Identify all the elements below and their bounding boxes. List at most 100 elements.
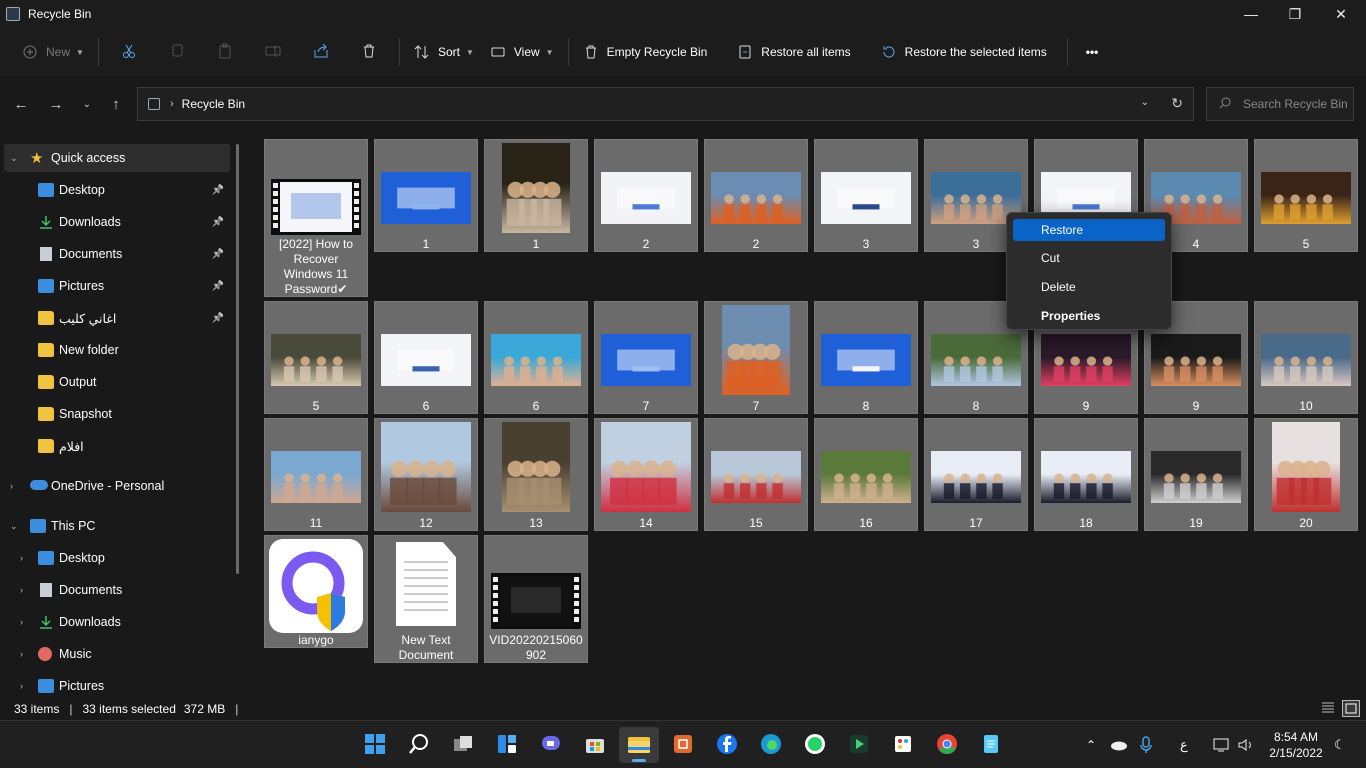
volume-icon[interactable] [1237,721,1255,768]
menu-item-restore[interactable]: Restore [1013,219,1165,241]
chevron-right-icon[interactable]: › [20,649,23,659]
file-tile[interactable]: 5 [264,301,368,414]
chevron-down-icon[interactable]: ⌄ [10,521,18,532]
sidebar-item-documents[interactable]: Documents 📌 [4,240,230,268]
menu-item-cut[interactable]: Cut [1013,247,1165,269]
file-tile[interactable]: 15 [704,418,808,531]
sidebar-item-pictures[interactable]: Pictures 📌 [4,272,230,300]
address-bar[interactable]: › Recycle Bin ⌄ ↻ [137,87,1194,121]
delete-button[interactable] [345,36,393,68]
restore-all-button[interactable]: Restore all items [729,36,858,68]
taskbar-facebook-button[interactable] [707,727,747,763]
taskbar-edge-button[interactable] [751,727,791,763]
sidebar-item-output[interactable]: Output [4,368,230,396]
copy-button[interactable] [153,36,201,68]
sidebar-item-downloads[interactable]: Downloads 📌 [4,208,230,236]
file-tile[interactable]: 16 [814,418,918,531]
forward-button[interactable]: → [44,92,68,116]
chevron-right-icon[interactable]: › [10,481,13,491]
file-tile[interactable]: 1 [484,139,588,252]
sidebar-item-pc-downloads[interactable]: › Downloads [4,608,230,636]
search-box[interactable] [1206,87,1354,121]
sidebar-item-افلام[interactable]: افلام [4,432,230,460]
file-tile[interactable]: 5 [1254,139,1358,252]
menu-item-delete[interactable]: Delete [1013,276,1165,298]
taskbar-widgets-button[interactable] [487,727,527,763]
sidebar-item-onedrive[interactable]: › OneDrive - Personal [4,472,230,500]
file-tile[interactable]: New Text Document [374,535,478,663]
sidebar-item-pc-documents[interactable]: › Documents [4,576,230,604]
menu-item-properties[interactable]: Properties [1013,305,1165,327]
file-tile[interactable]: 17 [924,418,1028,531]
file-tile[interactable]: 20 [1254,418,1358,531]
view-button[interactable]: View ▼ [482,36,562,68]
file-tile[interactable]: 14 [594,418,698,531]
file-tile[interactable]: 7 [594,301,698,414]
sidebar-item-pc-desktop[interactable]: › Desktop [4,544,230,572]
taskbar-file-explorer-button[interactable] [619,727,659,763]
chevron-down-icon[interactable]: ⌄ [1141,97,1149,108]
taskbar-chat-button[interactable] [531,727,571,763]
file-tile[interactable]: VID20220215060902 [484,535,588,663]
file-tile[interactable]: 2 [704,139,808,252]
file-tile[interactable]: 6 [374,301,478,414]
focus-assist-icon[interactable]: ☾ [1334,721,1346,768]
file-tile[interactable]: 7 [704,301,808,414]
breadcrumb[interactable]: Recycle Bin [182,97,245,111]
recent-locations-button[interactable]: ⌄ [75,92,99,116]
sidebar-item-pc-music[interactable]: › Music [4,640,230,668]
file-tile[interactable]: 6 [484,301,588,414]
chevron-down-icon[interactable]: ⌄ [10,153,18,164]
chevron-right-icon[interactable]: › [20,585,23,595]
taskbar-whatsapp-button[interactable] [795,727,835,763]
file-tile[interactable]: 12 [374,418,478,531]
taskbar-search-button[interactable] [399,727,439,763]
sidebar-item-pc-pictures[interactable]: › Pictures [4,672,230,698]
large-icons-view-icon[interactable] [1342,700,1360,717]
file-tile[interactable]: 10 [1254,301,1358,414]
sort-button[interactable]: Sort ▼ [406,36,482,68]
network-icon[interactable] [1213,721,1231,768]
taskbar-video-editor-button[interactable] [839,727,879,763]
sidebar-scrollbar[interactable] [236,144,239,574]
sidebar-item-new-folder[interactable]: New folder [4,336,230,364]
sidebar-item-اغاني-كليب[interactable]: اغاني كليب 📌 [4,304,230,332]
taskbar-task-view-button[interactable] [443,727,483,763]
taskbar-snip-button[interactable] [663,727,703,763]
taskbar-windows-start-button[interactable] [355,727,395,763]
file-tile[interactable]: 2 [594,139,698,252]
file-tile[interactable]: ianygo [264,535,368,648]
file-tile[interactable]: 18 [1034,418,1138,531]
close-button[interactable]: ✕ [1318,0,1364,28]
paste-button[interactable] [201,36,249,68]
file-tile[interactable]: 3 [814,139,918,252]
language-indicator[interactable]: ع [1180,721,1188,768]
file-tile[interactable]: [2022] How to Recover Windows 11 Passwor… [264,139,368,297]
microphone-icon[interactable] [1140,721,1152,768]
file-tile[interactable]: 13 [484,418,588,531]
file-tile[interactable]: 11 [264,418,368,531]
taskbar-store-button[interactable] [575,727,615,763]
sidebar-item-snapshot[interactable]: Snapshot [4,400,230,428]
clock[interactable]: 8:54 AM 2/15/2022 [1264,729,1328,761]
show-hidden-icons-icon[interactable]: ⌃ [1086,721,1096,768]
cut-button[interactable] [105,36,153,68]
sidebar-item-desktop[interactable]: Desktop 📌 [4,176,230,204]
chevron-right-icon[interactable]: › [20,681,23,691]
more-options-button[interactable]: ••• [1078,36,1107,68]
chevron-right-icon[interactable]: › [20,553,23,563]
chevron-right-icon[interactable]: › [20,617,23,627]
back-button[interactable]: ← [9,92,33,116]
onedrive-tray-icon[interactable] [1110,721,1128,768]
file-tile[interactable]: 8 [814,301,918,414]
taskbar-chrome-button[interactable] [927,727,967,763]
taskbar-notepad-button[interactable] [971,727,1011,763]
search-input[interactable] [1243,97,1347,111]
refresh-icon[interactable]: ↻ [1171,95,1183,112]
minimize-button[interactable]: — [1228,0,1274,28]
details-view-icon[interactable] [1320,700,1338,717]
rename-button[interactable] [249,36,297,68]
empty-recycle-bin-button[interactable]: Empty Recycle Bin [575,36,716,68]
sidebar-item-quick-access[interactable]: ⌄ ★ Quick access [4,144,230,172]
new-button[interactable]: New ▼ [14,36,92,68]
